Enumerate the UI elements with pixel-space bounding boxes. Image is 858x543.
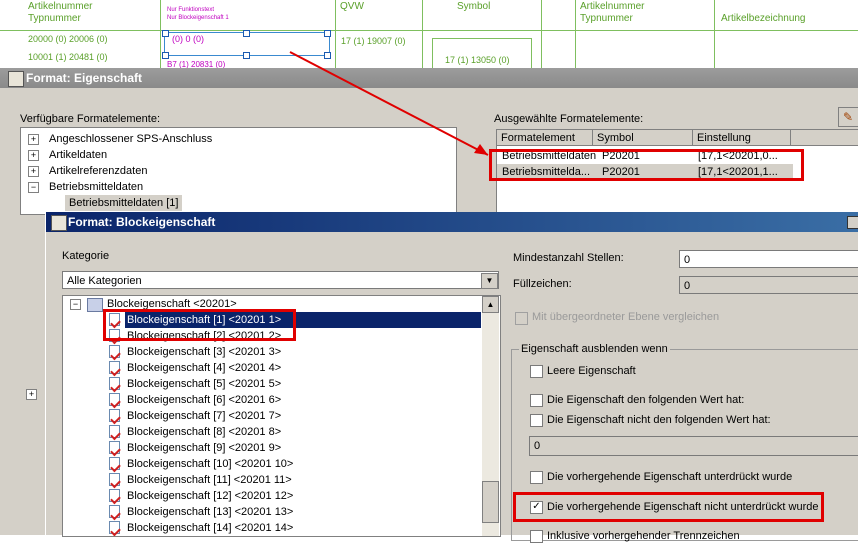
annotation-arrow: [289, 51, 489, 156]
annotation-box-checkbox: [513, 492, 824, 522]
annotation-box-tree-item: [103, 309, 296, 341]
annotation-box-selected-row: [489, 149, 804, 181]
